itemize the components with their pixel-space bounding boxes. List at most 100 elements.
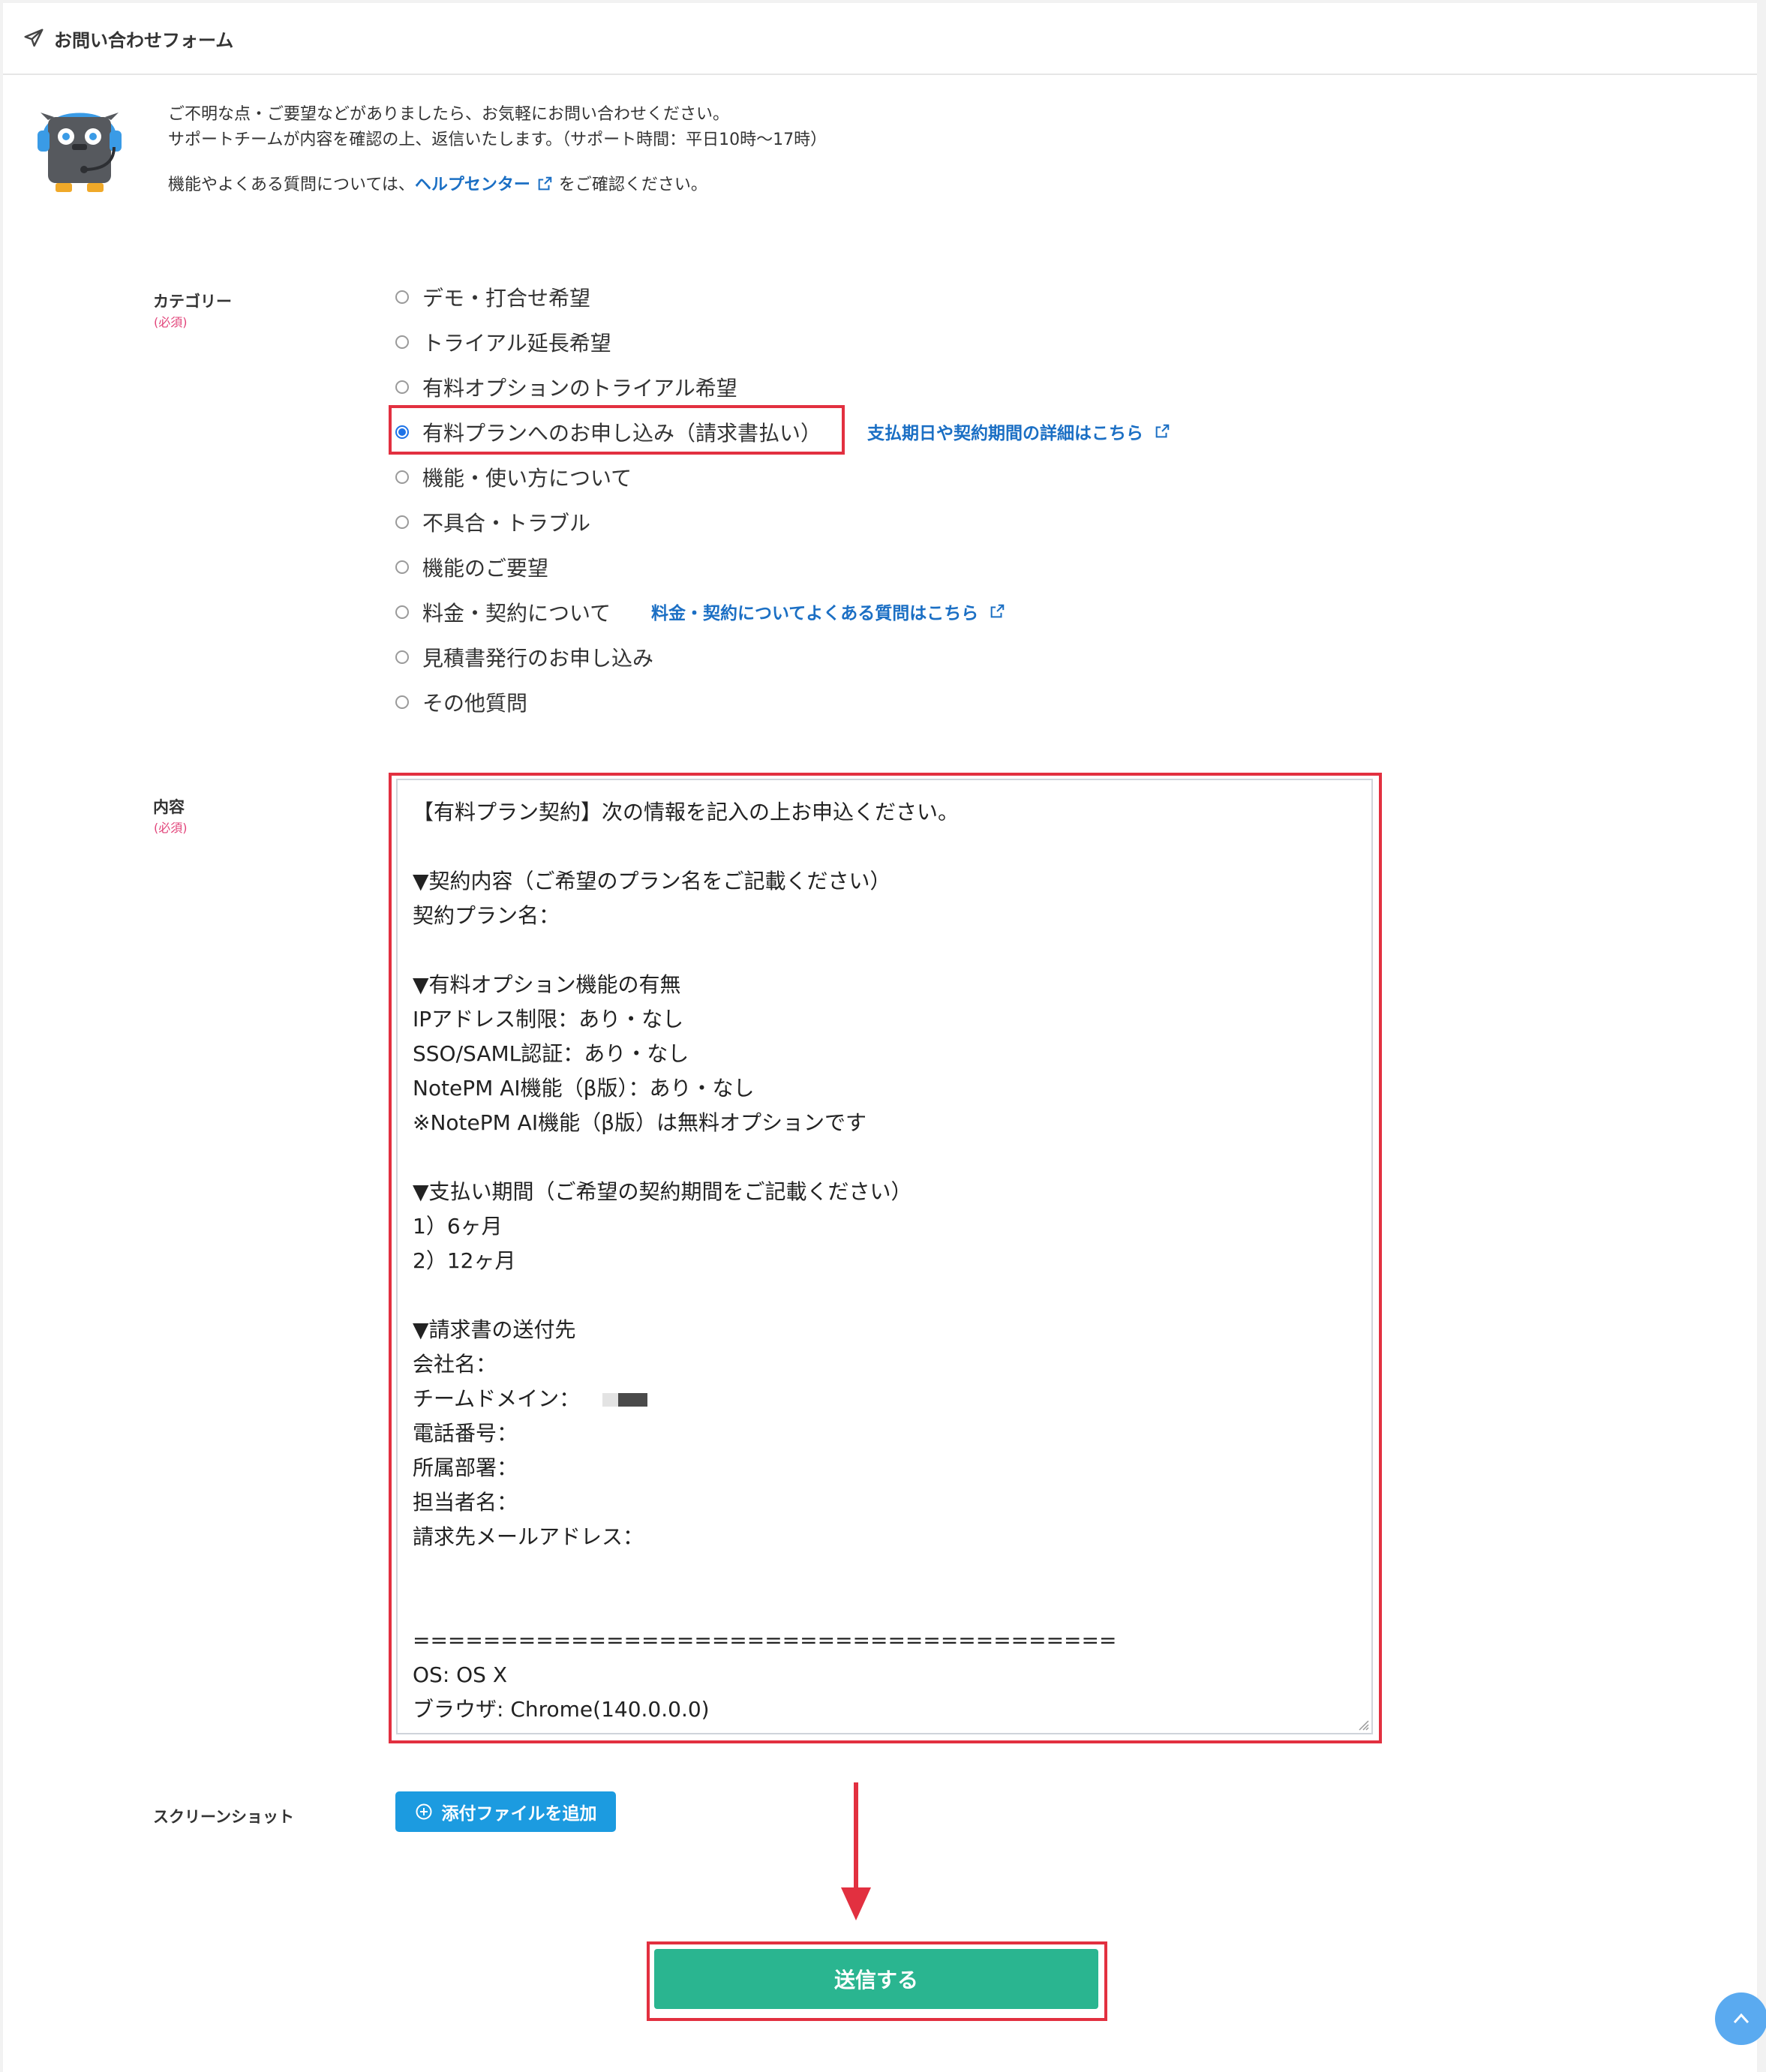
intro-help-suffix: をご確認ください。 <box>558 176 707 194</box>
radio-button[interactable] <box>395 515 409 529</box>
category-option[interactable]: 見積書発行のお申し込み <box>395 642 653 672</box>
category-option[interactable]: 機能のご要望 <box>395 552 548 582</box>
content-label: 内容 <box>153 798 185 816</box>
category-option-label: 有料オプションのトライアル希望 <box>422 376 737 401</box>
add-attachment-button[interactable]: 添付ファイルを追加 <box>395 1791 616 1832</box>
textarea-line-text: ※NotePM AI機能（β版）は無料オプションです <box>413 1110 866 1135</box>
textarea-line: ▼契約内容（ご希望のプラン名をご記載ください） <box>413 864 1371 899</box>
textarea-line-text: ブラウザ: Chrome(140.0.0.0) <box>413 1697 710 1722</box>
external-link-icon <box>990 604 1005 618</box>
textarea-line: IPアドレス制限：あり・なし <box>413 1002 1371 1037</box>
category-option[interactable]: デモ・打合せ希望 <box>395 282 590 312</box>
contact-form-panel: お問い合わせフォーム ご不明な点・ご要望などがありましたら、お気軽にお問い合わせ… <box>3 3 1766 2072</box>
intro-help-prefix: 機能やよくある質問については、 <box>168 176 415 194</box>
plus-circle-icon <box>416 1803 431 1820</box>
textarea-line-text: 1）6ヶ月 <box>413 1214 503 1239</box>
textarea-line-text: 会社名： <box>413 1352 497 1377</box>
textarea-line-text: チームドメイン： <box>413 1386 581 1411</box>
textarea-line: 1）6ヶ月 <box>413 1209 1371 1244</box>
category-option-label: 機能のご要望 <box>422 556 549 581</box>
screenshot-label: スクリーンショット <box>153 1808 294 1826</box>
textarea-line: 電話番号： <box>413 1416 1371 1451</box>
category-option-label: デモ・打合せ希望 <box>422 286 591 311</box>
textarea-line: 担当者名： <box>413 1485 1371 1520</box>
category-option-label: トライアル延長希望 <box>422 331 611 356</box>
content-textarea[interactable]: 【有料プラン契約】次の情報を記入の上お申込ください。 ▼契約内容（ご希望のプラン名… <box>396 779 1373 1734</box>
radio-button[interactable] <box>395 290 409 304</box>
textarea-line: 契約プラン名： <box>413 899 1371 933</box>
textarea-line-text: IPアドレス制限：あり・なし <box>413 1007 684 1031</box>
radio-button[interactable] <box>395 650 409 664</box>
help-center-link[interactable]: ヘルプセンター <box>415 176 530 194</box>
external-link-icon <box>1155 424 1170 438</box>
submit-button[interactable]: 送信する <box>654 1949 1098 2009</box>
textarea-line: 会社名： <box>413 1347 1371 1382</box>
textarea-line-text: 【有料プラン契約】次の情報を記入の上お申込ください。 <box>413 800 960 824</box>
radio-button[interactable] <box>395 380 409 394</box>
payment-details-link[interactable]: 支払期日や契約期間の詳細はこちら <box>867 419 1170 444</box>
intro-text-line-2: サポートチームが内容を確認の上、返信いたします。（サポート時間：平日10時〜17… <box>168 131 827 149</box>
radio-button[interactable] <box>395 560 409 574</box>
textarea-line: ▼請求書の送付先 <box>413 1313 1371 1347</box>
category-option[interactable]: 料金・契約について <box>395 597 611 627</box>
category-option-label: 料金・契約について <box>422 601 611 626</box>
category-option-label: 不具合・トラブル <box>422 511 591 536</box>
intro-text-line-3: 機能やよくある質問については、ヘルプセンター をご確認ください。 <box>168 171 707 195</box>
textarea-line-text: 所属部署： <box>413 1455 518 1480</box>
textarea-line: NotePM AI機能（β版）：あり・なし <box>413 1071 1371 1106</box>
paper-plane-icon <box>24 29 44 47</box>
arrow-down-icon <box>841 1782 871 1920</box>
textarea-line-text: OS: OS X <box>413 1662 508 1687</box>
category-option[interactable]: 機能・使い方について <box>395 462 632 492</box>
pricing-faq-link[interactable]: 料金・契約についてよくある質問はこちら <box>651 599 1005 624</box>
textarea-line: 請求先メールアドレス： <box>413 1520 1371 1554</box>
textarea-line: 【有料プラン契約】次の情報を記入の上お申込ください。 <box>413 795 1371 830</box>
form-title: お問い合わせフォーム <box>54 30 234 51</box>
category-option[interactable]: 有料オプションのトライアル希望 <box>395 372 737 402</box>
textarea-line-text: ======================================== <box>413 1628 1117 1653</box>
textarea-line-text: ▼契約内容（ご希望のプラン名をご記載ください） <box>413 869 891 893</box>
category-option-label: 機能・使い方について <box>422 466 632 491</box>
radio-button[interactable] <box>395 695 409 709</box>
textarea-line-text: 契約プラン名： <box>413 903 560 928</box>
textarea-line <box>413 1140 1371 1175</box>
chevron-up-icon <box>1733 2013 1749 2024</box>
textarea-line-text: 担当者名： <box>413 1490 518 1515</box>
textarea-line <box>413 1278 1371 1313</box>
redacted-domain <box>602 1393 648 1407</box>
textarea-line: 2）12ヶ月 <box>413 1244 1371 1278</box>
textarea-line: OS: OS X <box>413 1658 1371 1692</box>
textarea-line-text: NotePM AI機能（β版）：あり・なし <box>413 1076 755 1101</box>
textarea-line <box>413 933 1371 968</box>
textarea-line-text: ▼支払い期間（ご希望の契約期間をご記載ください） <box>413 1179 912 1204</box>
category-required: (必須) <box>154 315 188 329</box>
pricing-faq-link-text: 料金・契約についてよくある質問はこちら <box>651 604 979 623</box>
category-option[interactable]: その他質問 <box>395 687 527 717</box>
external-link-icon <box>538 176 552 191</box>
scroll-to-top-button[interactable] <box>1715 1992 1766 2045</box>
textarea-line: ▼有料オプション機能の有無 <box>413 968 1371 1002</box>
textarea-line-text: SSO/SAML認証：あり・なし <box>413 1041 689 1066</box>
payment-details-link-text: 支払期日や契約期間の詳細はこちら <box>867 424 1143 443</box>
category-option[interactable]: トライアル延長希望 <box>395 327 611 357</box>
textarea-line-text: ▼請求書の送付先 <box>413 1317 576 1342</box>
radio-button[interactable] <box>395 470 409 484</box>
textarea-line: 所属部署： <box>413 1451 1371 1485</box>
form-header: お問い合わせフォーム <box>3 3 1757 75</box>
textarea-line: ※NotePM AI機能（β版）は無料オプションです <box>413 1106 1371 1140</box>
support-mascot-icon <box>38 113 122 192</box>
textarea-line-text: 2）12ヶ月 <box>413 1248 516 1273</box>
category-option-label: その他質問 <box>422 691 528 716</box>
textarea-line: ▼支払い期間（ご希望の契約期間をご記載ください） <box>413 1175 1371 1209</box>
radio-button[interactable] <box>395 605 409 619</box>
radio-button[interactable] <box>395 335 409 349</box>
textarea-line: SSO/SAML認証：あり・なし <box>413 1037 1371 1071</box>
textarea-line <box>413 830 1371 864</box>
add-attachment-label: 添付ファイルを追加 <box>441 1804 597 1824</box>
textarea-line-text: 請求先メールアドレス： <box>413 1524 644 1549</box>
category-label: カテゴリー <box>153 293 232 311</box>
textarea-line: ブラウザ: Chrome(140.0.0.0) <box>413 1692 1371 1727</box>
category-option[interactable]: 不具合・トラブル <box>395 507 590 537</box>
resize-grip-icon[interactable] <box>1356 1718 1370 1731</box>
textarea-line <box>413 1554 1371 1589</box>
